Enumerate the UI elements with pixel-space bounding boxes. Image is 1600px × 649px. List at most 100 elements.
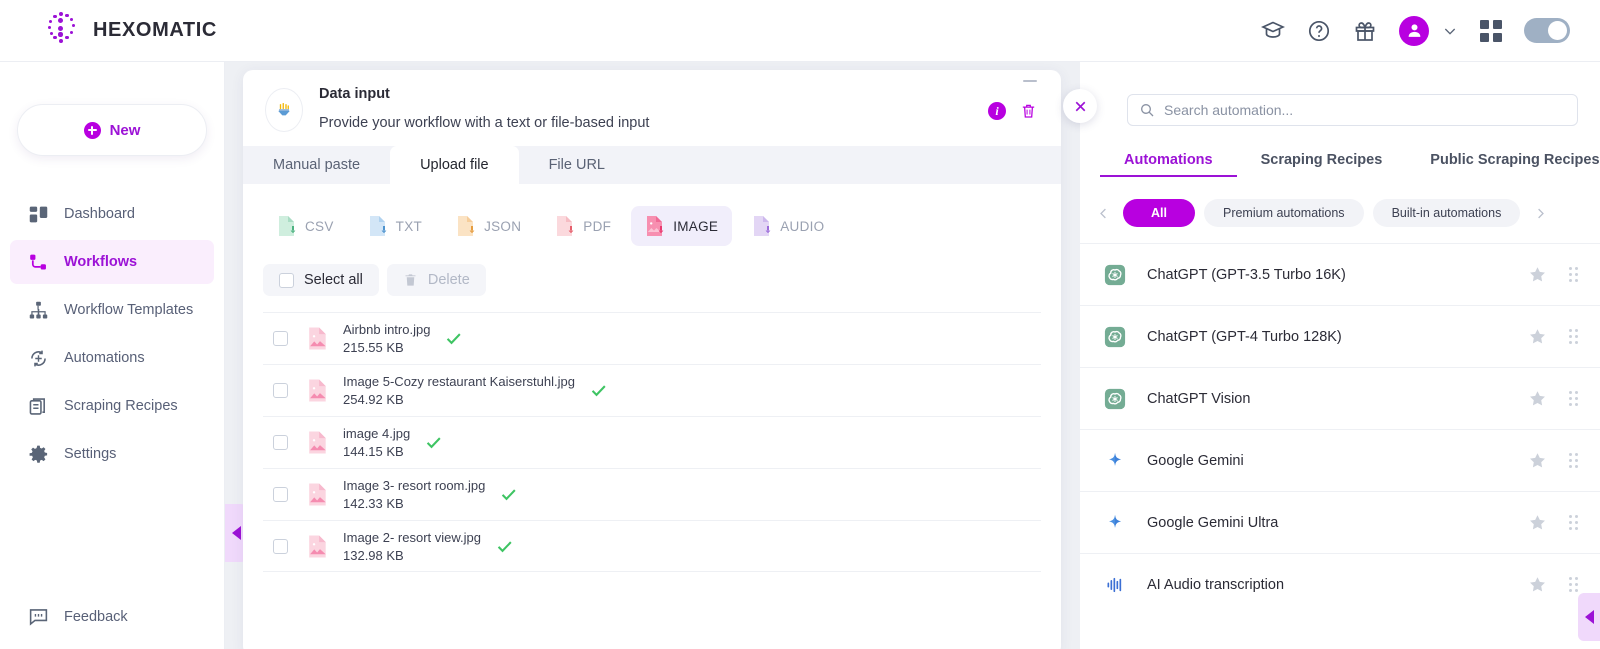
chip-all[interactable]: All <box>1123 199 1195 227</box>
delete-label: Delete <box>427 272 470 288</box>
file-checkbox[interactable] <box>273 331 288 346</box>
help-circle-icon[interactable] <box>1307 19 1331 43</box>
node-title: Data input <box>319 86 390 102</box>
automation-row[interactable]: ChatGPT (GPT-4 Turbo 128K) <box>1080 305 1600 367</box>
file-checkbox[interactable] <box>273 538 288 554</box>
drag-handle[interactable] <box>1569 267 1578 282</box>
file-row[interactable]: image 4.jpg 144.15 KB <box>263 416 1041 468</box>
drag-handle[interactable] <box>1569 391 1578 406</box>
sidebar-item-label: Settings <box>64 446 117 462</box>
automation-icon <box>1100 383 1130 414</box>
automation-icon <box>1100 321 1130 352</box>
info-icon[interactable]: i <box>988 102 1006 120</box>
select-all-button[interactable]: Select all <box>263 264 379 296</box>
file-checkbox[interactable] <box>273 435 288 450</box>
file-type-pdf[interactable]: PDF <box>541 206 625 246</box>
file-row[interactable]: Image 3- resort room.jpg 142.33 KB <box>263 468 1041 520</box>
search-icon <box>1141 104 1154 117</box>
graduation-cap-icon[interactable] <box>1261 19 1285 43</box>
automation-row[interactable]: ChatGPT (GPT-3.5 Turbo 16K) <box>1080 243 1600 305</box>
favorite-star-icon[interactable] <box>1528 451 1547 470</box>
close-panel-button[interactable] <box>1063 89 1097 123</box>
chip-premium-automations[interactable]: Premium automations <box>1203 199 1364 227</box>
avatar[interactable] <box>1399 15 1429 46</box>
brand-logo[interactable]: HEXOMATIC <box>44 11 217 49</box>
automation-row[interactable]: ChatGPT Vision <box>1080 367 1600 429</box>
drag-handle[interactable] <box>1569 577 1578 592</box>
automation-label: ChatGPT (GPT-3.5 Turbo 16K) <box>1147 266 1346 283</box>
sidebar-item-settings[interactable]: Settings <box>10 432 214 476</box>
sidebar-item-label: Scraping Recipes <box>64 398 178 414</box>
file-type-label: JSON <box>484 218 522 234</box>
file-checkbox[interactable] <box>273 487 288 502</box>
drag-handle[interactable] <box>1569 453 1578 468</box>
file-meta: Airbnb intro.jpg 215.55 KB <box>343 322 430 355</box>
file-row[interactable]: Airbnb intro.jpg 215.55 KB <box>263 312 1041 364</box>
automations-icon <box>31 350 46 366</box>
file-type-txt[interactable]: TXT <box>354 206 436 246</box>
search-automation-field[interactable] <box>1127 94 1578 126</box>
tab-scraping-recipes[interactable]: Scraping Recipes <box>1237 152 1407 177</box>
workflows-icon <box>30 254 46 269</box>
favorite-star-icon[interactable] <box>1528 513 1547 532</box>
sidebar-item-automations[interactable]: Automations <box>10 336 214 380</box>
minimize-button[interactable] <box>1023 80 1037 82</box>
automation-row[interactable]: Google Gemini <box>1080 429 1600 491</box>
tab-automations[interactable]: Automations <box>1100 152 1237 177</box>
gear-icon <box>29 445 48 463</box>
tab-public-scraping-recipes[interactable]: Public Scraping Recipes <box>1406 152 1600 177</box>
favorite-star-icon[interactable] <box>1528 575 1547 594</box>
node-header: Data input Provide your workflow with a … <box>243 70 1061 146</box>
sidebar-item-workflows[interactable]: Workflows <box>10 240 214 284</box>
automation-row[interactable]: AI Audio transcription <box>1080 553 1600 615</box>
favorite-star-icon[interactable] <box>1528 327 1547 346</box>
sidebar-item-dashboard[interactable]: Dashboard <box>10 192 214 236</box>
file-type-label: CSV <box>305 218 334 234</box>
chips-next-button[interactable] <box>1529 202 1551 224</box>
search-input[interactable] <box>1164 102 1566 118</box>
file-type-json[interactable]: JSON <box>442 206 535 246</box>
sidebar-item-scraping-recipes[interactable]: Scraping Recipes <box>10 384 214 428</box>
gift-icon[interactable] <box>1353 19 1377 43</box>
delete-node-icon[interactable] <box>1020 102 1037 120</box>
new-button[interactable]: New <box>17 104 207 156</box>
file-name: Airbnb intro.jpg <box>343 322 431 337</box>
delete-files-button[interactable]: Delete <box>386 264 486 296</box>
node-text-block: Data input Provide your workflow with a … <box>319 86 649 146</box>
chips-prev-button[interactable] <box>1092 202 1114 224</box>
sidebar-item-workflow-templates[interactable]: Workflow Templates <box>10 288 214 332</box>
favorite-star-icon[interactable] <box>1528 265 1547 284</box>
file-name: Image 3- resort room.jpg <box>343 478 486 493</box>
app-grid-icon[interactable] <box>1480 19 1502 42</box>
file-meta: Image 5-Cozy restaurant Kaiserstuhl.jpg 2… <box>343 374 575 407</box>
sidebar-item-feedback[interactable]: Feedback <box>0 606 225 627</box>
file-meta: Image 2- resort view.jpg 132.98 KB <box>343 530 481 563</box>
chip-built-in-automations[interactable]: Built-in automations <box>1372 199 1521 227</box>
select-all-checkbox[interactable] <box>279 272 294 288</box>
chevron-down-icon[interactable] <box>1442 23 1458 39</box>
automation-icon <box>1100 569 1130 600</box>
hexomatic-logo-icon <box>44 11 80 49</box>
file-type-csv[interactable]: CSV <box>263 206 348 246</box>
data-input-node-card: Data input Provide your workflow with a … <box>243 70 1061 649</box>
tab-manual-paste[interactable]: Manual paste <box>243 146 390 184</box>
file-size: 144.15 KB <box>343 444 404 459</box>
file-meta: image 4.jpg 144.15 KB <box>343 426 410 459</box>
tab-file-url[interactable]: File URL <box>519 146 635 184</box>
file-row[interactable]: Image 2- resort view.jpg 132.98 KB <box>263 520 1041 572</box>
openai-icon <box>1104 326 1126 347</box>
file-type-image[interactable]: IMAGE <box>631 206 733 246</box>
drag-handle[interactable] <box>1569 515 1578 530</box>
file-row[interactable]: Image 5-Cozy restaurant Kaiserstuhl.jpg 2… <box>263 364 1041 416</box>
favorite-star-icon[interactable] <box>1528 389 1547 408</box>
file-type-audio[interactable]: AUDIO <box>738 206 838 246</box>
upload-file-panel: CSV TXT JSON PDF IMAGE AUDIO Select all … <box>243 184 1061 572</box>
drag-handle[interactable] <box>1569 329 1578 344</box>
file-checkbox[interactable] <box>273 383 288 398</box>
automation-label: ChatGPT (GPT-4 Turbo 128K) <box>1147 328 1342 345</box>
theme-toggle[interactable] <box>1524 18 1570 43</box>
tab-upload-file[interactable]: Upload file <box>390 146 519 184</box>
file-name: Image 2- resort view.jpg <box>343 529 482 545</box>
panel-collapse-button[interactable] <box>1578 593 1600 641</box>
automation-row[interactable]: Google Gemini Ultra <box>1080 491 1600 553</box>
